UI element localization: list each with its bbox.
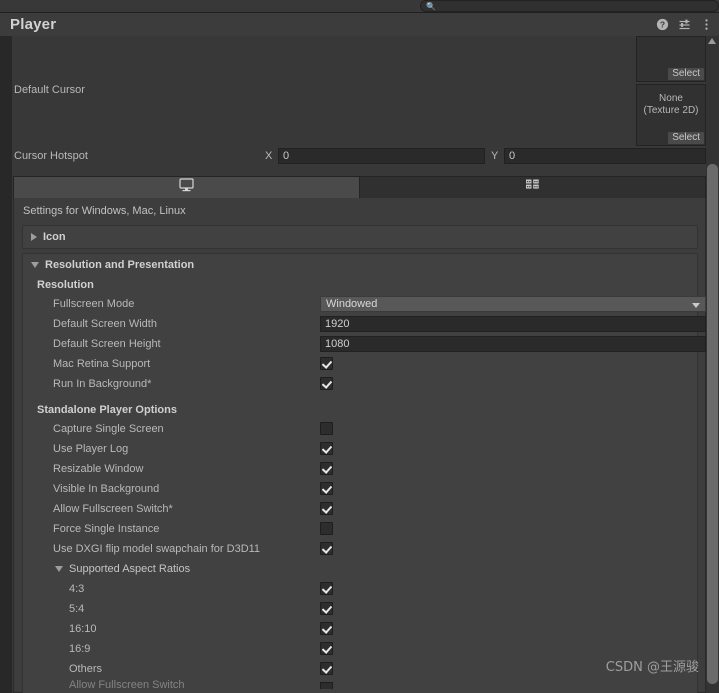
group-heading-standalone-player-options: Standalone Player Options [37, 404, 177, 416]
label-use-player-log: Use Player Log [53, 443, 129, 455]
label-mac-retina-support: Mac Retina Support [53, 358, 151, 370]
label-fullscreen-mode: Fullscreen Mode [53, 298, 135, 310]
label-resizable-window: Resizable Window [53, 463, 144, 475]
search-icon: 🔍 [426, 2, 436, 11]
label-aspect-4-3: 4:3 [69, 583, 85, 595]
platform-tab-bar [13, 176, 706, 198]
checkbox-use-player-log[interactable] [320, 442, 333, 455]
picker-default-cursor-line2: (Texture 2D) [643, 105, 699, 116]
checkbox-aspect-16-9[interactable] [320, 642, 333, 655]
checkbox-aspect-4-3[interactable] [320, 582, 333, 595]
foldout-resolution-header[interactable]: Resolution and Presentation [31, 259, 194, 271]
chevron-right-icon [31, 233, 37, 241]
inspector-body: Select Default Cursor None (Texture 2D) … [0, 36, 719, 693]
checkbox-aspect-5-4[interactable] [320, 602, 333, 615]
label-clipped-row: Allow Fullscreen Switch [69, 679, 185, 691]
label-use-dxgi-flip-model: Use DXGI flip model swapchain for D3D11 [53, 543, 261, 555]
checkbox-run-in-background[interactable] [320, 377, 333, 390]
dropdown-fullscreen-mode-value: Windowed [326, 298, 378, 310]
group-heading-resolution: Resolution [37, 279, 94, 291]
scroll-up-arrow-icon[interactable] [708, 38, 716, 44]
checkbox-allow-fullscreen-switch[interactable] [320, 502, 333, 515]
label-run-in-background: Run In Background* [53, 378, 152, 390]
chevron-down-icon [55, 566, 63, 572]
input-default-screen-height[interactable] [320, 336, 706, 352]
scrollbar-thumb[interactable] [707, 164, 718, 684]
checkbox-resizable-window[interactable] [320, 462, 333, 475]
input-default-screen-width[interactable] [320, 316, 706, 332]
left-gutter [0, 36, 12, 693]
label-allow-fullscreen-switch: Allow Fullscreen Switch* [53, 503, 173, 515]
cursor-hotspot-label: Cursor Hotspot [14, 150, 88, 162]
default-cursor-label: Default Cursor [14, 84, 85, 96]
cursor-hotspot-y-input[interactable] [504, 148, 706, 164]
page-title: Player [10, 16, 57, 33]
settings-panel: Settings for Windows, Mac, Linux Icon Re… [13, 198, 706, 693]
tab-standalone[interactable] [14, 177, 360, 198]
checkbox-aspect-others[interactable] [320, 662, 333, 675]
label-visible-in-background: Visible In Background [53, 483, 160, 495]
picker-default-cursor-select-button[interactable]: Select [668, 132, 704, 144]
checkbox-capture-single-screen[interactable] [320, 422, 333, 435]
settings-for-label: Settings for Windows, Mac, Linux [23, 205, 186, 217]
help-icon[interactable]: ? [656, 18, 669, 31]
monitor-icon [179, 178, 194, 197]
checkbox-aspect-16-10[interactable] [320, 622, 333, 635]
chevron-down-icon [31, 262, 39, 268]
tab-webgl[interactable] [360, 177, 705, 198]
picker-default-cursor-line1: None [659, 93, 683, 104]
label-aspect-16-10: 16:10 [69, 623, 97, 635]
picker-top[interactable]: Select [636, 36, 706, 82]
preset-icon[interactable] [678, 18, 691, 31]
vertical-scrollbar[interactable] [706, 36, 719, 693]
label-aspect-16-9: 16:9 [69, 643, 91, 655]
checkbox-mac-retina-support[interactable] [320, 357, 333, 370]
more-menu-icon[interactable] [700, 18, 713, 31]
dropdown-fullscreen-mode[interactable]: Windowed [320, 296, 706, 312]
label-force-single-instance: Force Single Instance [53, 523, 160, 535]
foldout-resolution-label: Resolution and Presentation [45, 259, 195, 271]
foldout-icon[interactable]: Icon [22, 225, 698, 249]
label-default-screen-width: Default Screen Width [53, 318, 157, 330]
cursor-hotspot-x-label: X [265, 150, 273, 162]
svg-text:?: ? [660, 20, 665, 30]
chevron-down-icon [692, 303, 700, 308]
search-box[interactable]: 🔍 [420, 0, 719, 12]
foldout-supported-aspect-ratios[interactable]: Supported Aspect Ratios [55, 563, 190, 575]
checkbox-visible-in-background[interactable] [320, 482, 333, 495]
cursor-hotspot-y-label: Y [491, 150, 499, 162]
label-default-screen-height: Default Screen Height [53, 338, 161, 350]
top-toolbar: 🔍 [0, 0, 719, 13]
foldout-icon-label: Icon [43, 231, 66, 243]
header-icon-group: ? [656, 18, 713, 31]
checkbox-clipped-row[interactable] [320, 682, 333, 689]
picker-default-cursor[interactable]: None (Texture 2D) Select [636, 84, 706, 146]
search-input[interactable] [438, 1, 713, 11]
grid-server-icon [525, 178, 540, 197]
picker-top-select-button[interactable]: Select [668, 68, 704, 80]
inspector-header: Player ? [0, 13, 719, 36]
foldout-icon-header[interactable]: Icon [31, 231, 66, 243]
label-capture-single-screen: Capture Single Screen [53, 423, 164, 435]
checkbox-use-dxgi-flip-model[interactable] [320, 542, 333, 555]
checkbox-force-single-instance[interactable] [320, 522, 333, 535]
foldout-resolution-presentation: Resolution and Presentation Resolution F… [22, 253, 706, 693]
label-aspect-others: Others [69, 663, 103, 675]
foldout-supported-aspect-ratios-label: Supported Aspect Ratios [69, 563, 191, 575]
cursor-hotspot-x-input[interactable] [278, 148, 485, 164]
label-aspect-5-4: 5:4 [69, 603, 85, 615]
